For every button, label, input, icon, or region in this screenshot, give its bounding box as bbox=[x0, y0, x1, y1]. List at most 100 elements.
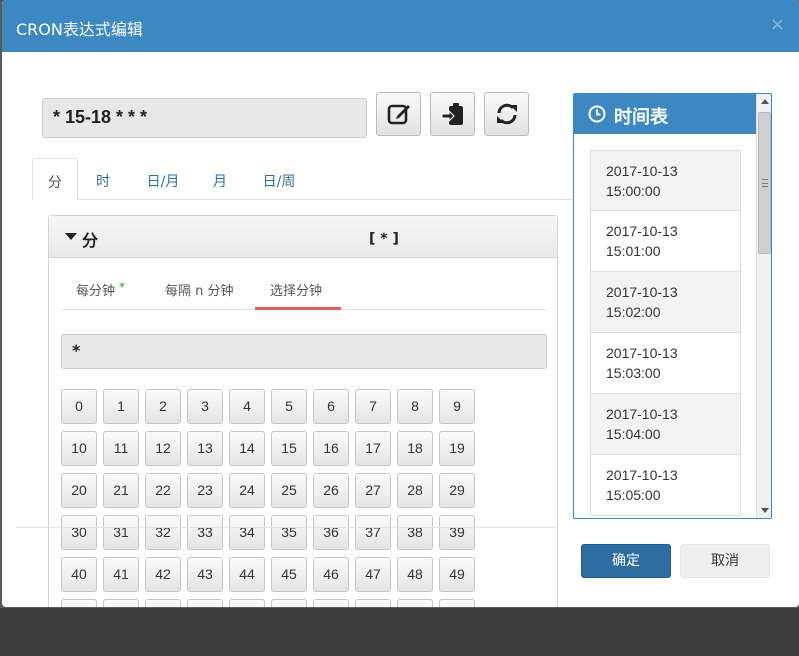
minute-button-53[interactable]: 53 bbox=[187, 599, 223, 607]
tab-hour[interactable]: 时 bbox=[88, 158, 118, 200]
minute-button-58[interactable]: 58 bbox=[397, 599, 433, 607]
minute-button-27[interactable]: 27 bbox=[355, 473, 391, 508]
minute-button-12[interactable]: 12 bbox=[145, 431, 181, 466]
minute-button-44[interactable]: 44 bbox=[229, 557, 265, 592]
minute-button-57[interactable]: 57 bbox=[355, 599, 391, 607]
scroll-down-icon[interactable] bbox=[761, 508, 769, 513]
minute-button-13[interactable]: 13 bbox=[187, 431, 223, 466]
edit-button[interactable] bbox=[376, 92, 421, 136]
schedule-time: 15:00:00 bbox=[606, 183, 661, 199]
minute-button-5[interactable]: 5 bbox=[271, 389, 307, 424]
minute-button-49[interactable]: 49 bbox=[439, 557, 475, 592]
minute-button-24[interactable]: 24 bbox=[229, 473, 265, 508]
minute-button-43[interactable]: 43 bbox=[187, 557, 223, 592]
tab-day-of-week[interactable]: 日/周 bbox=[256, 158, 302, 200]
schedule-item: 2017-10-13 15:03:00 bbox=[590, 333, 741, 394]
subtab-select-minutes[interactable]: 选择分钟 bbox=[270, 280, 322, 299]
minute-button-46[interactable]: 46 bbox=[313, 557, 349, 592]
scroll-thumb[interactable] bbox=[758, 112, 771, 254]
minute-button-20[interactable]: 20 bbox=[61, 473, 97, 508]
tab-minute[interactable]: 分 bbox=[32, 158, 78, 200]
minute-button-8[interactable]: 8 bbox=[397, 389, 433, 424]
minute-button-33[interactable]: 33 bbox=[187, 515, 223, 550]
minute-button-40[interactable]: 40 bbox=[61, 557, 97, 592]
minute-button-15[interactable]: 15 bbox=[271, 431, 307, 466]
schedule-time: 15:03:00 bbox=[606, 365, 661, 381]
tab-day-of-month[interactable]: 日/月 bbox=[140, 158, 186, 200]
subtab-every-minute[interactable]: 每分钟 * bbox=[76, 280, 125, 299]
field-tabs: 分 时 日/月 月 日/周 bbox=[32, 158, 572, 200]
minute-button-38[interactable]: 38 bbox=[397, 515, 433, 550]
subtab-every-n-minutes[interactable]: 每隔 n 分钟 bbox=[165, 280, 234, 299]
minute-button-45[interactable]: 45 bbox=[271, 557, 307, 592]
schedule-time: 15:01:00 bbox=[606, 243, 661, 259]
minute-button-50[interactable]: 50 bbox=[61, 599, 97, 607]
minute-button-56[interactable]: 56 bbox=[313, 599, 349, 607]
minute-button-47[interactable]: 47 bbox=[355, 557, 391, 592]
minute-button-2[interactable]: 2 bbox=[145, 389, 181, 424]
minute-button-35[interactable]: 35 bbox=[271, 515, 307, 550]
ok-button[interactable]: 确定 bbox=[581, 544, 671, 578]
schedule-date: 2017-10-13 bbox=[606, 163, 678, 179]
minute-button-17[interactable]: 17 bbox=[355, 431, 391, 466]
minute-button-0[interactable]: 0 bbox=[61, 389, 97, 424]
minute-button-52[interactable]: 52 bbox=[145, 599, 181, 607]
schedule-item: 2017-10-13 15:05:00 bbox=[590, 455, 741, 516]
minute-button-30[interactable]: 30 bbox=[61, 515, 97, 550]
schedule-item: 2017-10-13 15:01:00 bbox=[590, 211, 741, 272]
minute-button-55[interactable]: 55 bbox=[271, 599, 307, 607]
minute-button-31[interactable]: 31 bbox=[103, 515, 139, 550]
minute-button-16[interactable]: 16 bbox=[313, 431, 349, 466]
minute-button-9[interactable]: 9 bbox=[439, 389, 475, 424]
minute-button-29[interactable]: 29 bbox=[439, 473, 475, 508]
minute-button-4[interactable]: 4 bbox=[229, 389, 265, 424]
minute-button-7[interactable]: 7 bbox=[355, 389, 391, 424]
refresh-button[interactable] bbox=[484, 92, 529, 136]
footer-divider bbox=[16, 527, 556, 528]
paste-button[interactable] bbox=[430, 92, 475, 136]
minute-button-21[interactable]: 21 bbox=[103, 473, 139, 508]
minute-button-39[interactable]: 39 bbox=[439, 515, 475, 550]
cancel-button[interactable]: 取消 bbox=[680, 544, 770, 578]
schedule-panel: 时间表 2017-10-13 15:00:00 2017-10-13 15:01:0… bbox=[573, 93, 772, 519]
minute-button-42[interactable]: 42 bbox=[145, 557, 181, 592]
minute-button-32[interactable]: 32 bbox=[145, 515, 181, 550]
tab-month[interactable]: 月 bbox=[208, 158, 232, 200]
schedule-scrollbar[interactable] bbox=[756, 94, 771, 518]
minute-button-3[interactable]: 3 bbox=[187, 389, 223, 424]
panel-header[interactable]: 分 [ * ] bbox=[49, 216, 557, 258]
minute-button-23[interactable]: 23 bbox=[187, 473, 223, 508]
minute-button-34[interactable]: 34 bbox=[229, 515, 265, 550]
minute-button-54[interactable]: 54 bbox=[229, 599, 265, 607]
selected-minutes-field[interactable]: * bbox=[61, 334, 547, 369]
minute-button-26[interactable]: 26 bbox=[313, 473, 349, 508]
minute-button-6[interactable]: 6 bbox=[313, 389, 349, 424]
grip-icon bbox=[762, 179, 768, 187]
panel-title: 分 bbox=[82, 231, 99, 250]
close-icon[interactable]: × bbox=[770, 14, 785, 35]
panel-current-value: [ * ] bbox=[369, 231, 399, 247]
schedule-date: 2017-10-13 bbox=[606, 284, 678, 300]
minute-button-10[interactable]: 10 bbox=[61, 431, 97, 466]
schedule-date: 2017-10-13 bbox=[606, 406, 678, 422]
minute-button-18[interactable]: 18 bbox=[397, 431, 433, 466]
minute-button-28[interactable]: 28 bbox=[397, 473, 433, 508]
scroll-up-icon[interactable] bbox=[761, 99, 769, 104]
minute-button-11[interactable]: 11 bbox=[103, 431, 139, 466]
minute-button-25[interactable]: 25 bbox=[271, 473, 307, 508]
minute-button-59[interactable]: 59 bbox=[439, 599, 475, 607]
cron-expression-field[interactable]: * 15-18 * * * bbox=[42, 98, 367, 138]
minute-button-51[interactable]: 51 bbox=[103, 599, 139, 607]
minute-button-19[interactable]: 19 bbox=[439, 431, 475, 466]
minute-button-22[interactable]: 22 bbox=[145, 473, 181, 508]
minute-button-14[interactable]: 14 bbox=[229, 431, 265, 466]
minute-button-1[interactable]: 1 bbox=[103, 389, 139, 424]
schedule-item: 2017-10-13 15:04:00 bbox=[590, 394, 741, 455]
minute-button-48[interactable]: 48 bbox=[397, 557, 433, 592]
minute-button-37[interactable]: 37 bbox=[355, 515, 391, 550]
schedule-time: 15:05:00 bbox=[606, 487, 661, 503]
refresh-icon bbox=[496, 103, 517, 125]
schedule-list: 2017-10-13 15:00:00 2017-10-13 15:01:00 20… bbox=[590, 150, 741, 516]
minute-button-36[interactable]: 36 bbox=[313, 515, 349, 550]
minute-button-41[interactable]: 41 bbox=[103, 557, 139, 592]
